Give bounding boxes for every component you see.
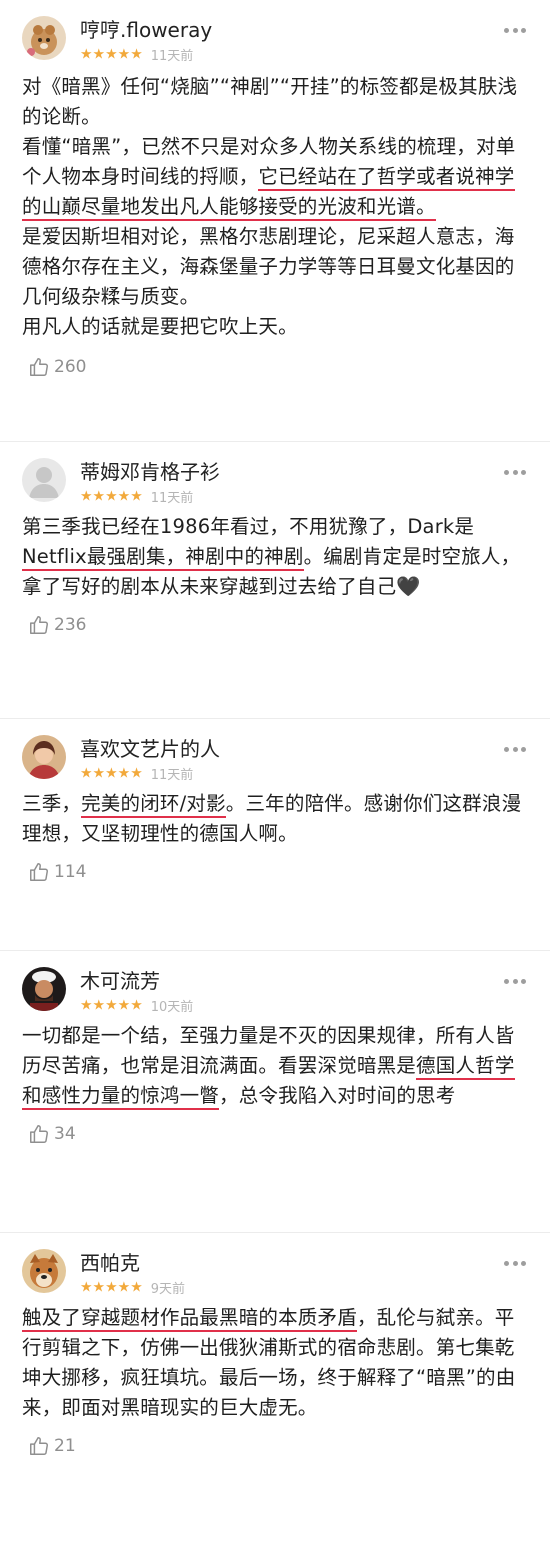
text-segment: 是爱因斯坦相对论，黑格尔悲剧理论，尼采超人意志，海德格尔存在主义，海森堡量子力学… [22,225,515,308]
review-paragraph: 对《暗黑》任何“烧脑”“神剧”“开挂”的标签都是极其肤浅的论断。 [22,72,530,132]
review-header: 哼哼.floweray ★★★★★ 11天前 [0,0,550,65]
like-count: 21 [54,1436,76,1456]
star-rating: ★★★★★ [80,488,143,505]
review-paragraph: 一切都是一个结，至强力量是不灭的因果规律，所有人皆历尽苦痛，也常是泪流满面。看罢… [22,1021,530,1111]
star-rating: ★★★★★ [80,46,143,63]
review-text: 对《暗黑》任何“烧脑”“神剧”“开挂”的标签都是极其肤浅的论断。 看懂“暗黑”，已… [0,72,550,342]
thumbs-up-icon [30,1437,48,1455]
username[interactable]: 西帕克 [80,1247,140,1276]
like-count: 34 [54,1124,76,1144]
avatar[interactable] [22,1249,66,1293]
review-header: 蒂姆邓肯格子衫 ★★★★★ 11天前 [0,458,550,522]
review-paragraph: 看懂“暗黑”，已然不只是对众多人物关系线的梳理，对单个人物本身时间线的捋顺，它已… [22,132,530,222]
more-options-icon[interactable] [504,747,526,753]
review-header: 木可流芳 ★★★★★ 10天前 [0,967,550,1031]
like-button[interactable]: 236 [0,614,86,636]
thumbs-up-icon [30,358,48,376]
review-text: 第三季我已经在1986年看过，不用犹豫了，Dark是Netflix最强剧集，神剧… [0,512,550,602]
star-rating: ★★★★★ [80,997,143,1014]
more-options-icon[interactable] [504,470,526,476]
rating-meta: ★★★★★ 10天前 [80,995,193,1016]
star-rating: ★★★★★ [80,1279,143,1296]
avatar[interactable] [22,735,66,779]
timestamp: 11天前 [150,491,194,506]
more-options-icon[interactable] [504,979,526,985]
rating-meta: ★★★★★ 11天前 [80,486,193,507]
avatar[interactable] [22,458,66,502]
timestamp: 11天前 [150,49,194,64]
timestamp: 10天前 [150,1000,194,1015]
review-paragraph: 触及了穿越题材作品最黑暗的本质矛盾，乱伦与弑亲。平行剪辑之下，仿佛一出俄狄浦斯式… [22,1303,530,1423]
avatar[interactable] [22,967,66,1011]
review-card: 西帕克 ★★★★★ 9天前 触及了穿越题材作品最黑暗的本质矛盾，乱伦与弑亲。平行剪… [0,1249,550,1541]
text-segment: 用凡人的话就是要把它吹上天。 [22,315,298,338]
review-paragraph: 第三季我已经在1986年看过，不用犹豫了，Dark是Netflix最强剧集，神剧… [22,512,530,602]
like-count: 114 [54,862,87,882]
review-card: 喜欢文艺片的人 ★★★★★ 11天前 三季，完美的闭环/对影。三年的陪伴。感谢你们… [0,735,550,951]
like-count: 260 [54,357,87,377]
review-text: 一切都是一个结，至强力量是不灭的因果规律，所有人皆历尽苦痛，也常是泪流满面。看罢… [0,1021,550,1111]
username[interactable]: 蒂姆邓肯格子衫 [80,456,220,485]
text-segment: ，总令我陷入对时间的思考 [219,1084,456,1107]
username[interactable]: 哼哼.floweray [80,14,212,43]
rating-meta: ★★★★★ 11天前 [80,44,193,65]
username[interactable]: 喜欢文艺片的人 [80,733,220,762]
review-card: 木可流芳 ★★★★★ 10天前 一切都是一个结，至强力量是不灭的因果规律，所有人皆… [0,967,550,1233]
timestamp: 9天前 [150,1282,186,1297]
thumbs-up-icon [30,1125,48,1143]
like-button[interactable]: 260 [0,356,86,378]
text-segment: 对《暗黑》任何“烧脑”“神剧”“开挂”的标签都是极其肤浅的论断。 [22,75,518,128]
thumbs-up-icon [30,616,48,634]
like-count: 236 [54,615,87,635]
review-header: 西帕克 ★★★★★ 9天前 [0,1249,550,1313]
avatar[interactable] [22,16,66,60]
review-paragraph: 是爱因斯坦相对论，黑格尔悲剧理论，尼采超人意志，海德格尔存在主义，海森堡量子力学… [22,222,530,312]
review-text: 触及了穿越题材作品最黑暗的本质矛盾，乱伦与弑亲。平行剪辑之下，仿佛一出俄狄浦斯式… [0,1303,550,1423]
highlighted-text: Netflix最强剧集，神剧中的神剧 [22,545,304,571]
like-button[interactable]: 21 [0,1435,76,1457]
thumbs-up-icon [30,863,48,881]
like-button[interactable]: 34 [0,1123,76,1145]
username[interactable]: 木可流芳 [80,965,160,994]
more-options-icon[interactable] [504,1261,526,1267]
review-card: 哼哼.floweray ★★★★★ 11天前 对《暗黑》任何“烧脑”“神剧”“开挂… [0,0,550,442]
timestamp: 11天前 [150,768,194,783]
rating-meta: ★★★★★ 9天前 [80,1277,185,1298]
review-paragraph: 用凡人的话就是要把它吹上天。 [22,312,530,342]
rating-meta: ★★★★★ 11天前 [80,763,193,784]
star-rating: ★★★★★ [80,765,143,782]
review-header: 喜欢文艺片的人 ★★★★★ 11天前 [0,735,550,799]
more-options-icon[interactable] [504,28,526,34]
like-button[interactable]: 114 [0,861,86,883]
review-card: 蒂姆邓肯格子衫 ★★★★★ 11天前 第三季我已经在1986年看过，不用犹豫了，D… [0,458,550,719]
